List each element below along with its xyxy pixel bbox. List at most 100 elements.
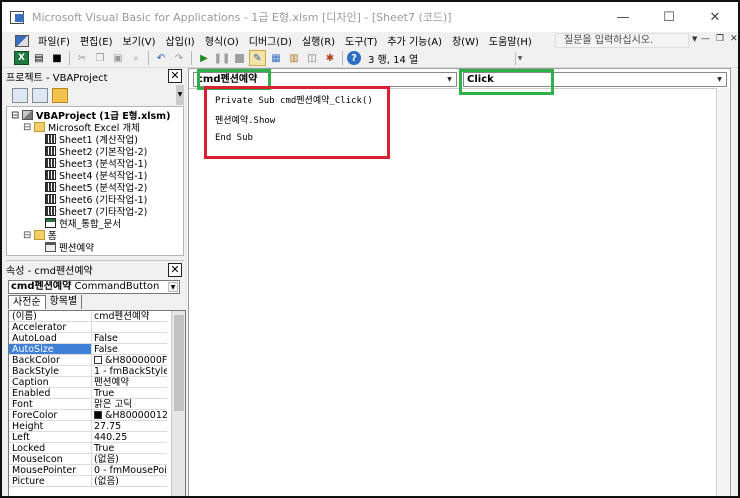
property-value[interactable]: &H80000012& [92, 410, 167, 420]
property-value[interactable]: 펜션예약 [92, 377, 167, 387]
help-icon[interactable]: ? [347, 51, 361, 65]
collapse-icon[interactable]: ⊟ [23, 230, 31, 241]
menu-window[interactable]: 창(W) [452, 33, 479, 48]
toolbar-options-icon[interactable]: ▼ [515, 52, 524, 65]
property-row[interactable]: BackColor&H8000000F& [9, 355, 167, 366]
properties-window-icon[interactable]: ▥ [286, 51, 302, 66]
property-row[interactable]: Caption 펜션예약 [9, 377, 167, 388]
maximize-button[interactable]: ☐ [646, 2, 692, 32]
property-value[interactable]: False [92, 344, 167, 354]
code-scrollbar[interactable] [716, 88, 730, 496]
redo-icon[interactable]: ↷ [171, 51, 187, 66]
view-object-icon[interactable] [32, 87, 48, 103]
properties-tabs: 사전순 항목별 [8, 295, 83, 309]
chevron-down-icon[interactable]: ▼ [444, 74, 455, 85]
toggle-folders-icon[interactable] [52, 87, 68, 103]
menu-file[interactable]: 파일(F) [38, 33, 70, 48]
property-value[interactable]: 맑은 고딕 [92, 399, 167, 409]
chevron-down-icon[interactable]: ▼ [714, 74, 725, 85]
mdi-restore-icon[interactable]: ❐ [716, 34, 724, 44]
toolbox-icon[interactable]: ✱ [322, 51, 338, 66]
property-name: Picture [9, 476, 92, 486]
object-name: cmd펜션예약 [11, 281, 72, 292]
property-row[interactable]: Left 440.25 [9, 432, 167, 443]
menu-insert[interactable]: 삽입(I) [166, 33, 195, 48]
property-value[interactable]: 440.25 [92, 432, 167, 442]
property-row[interactable]: AutoSize False [9, 344, 167, 355]
property-value[interactable]: 1 - fmBackStyleO [92, 366, 167, 376]
close-button[interactable]: ✕ [692, 2, 738, 32]
collapse-icon[interactable]: ⊟ [11, 110, 19, 121]
property-value[interactable]: (없음) [92, 454, 167, 464]
property-value[interactable]: False [92, 333, 167, 343]
property-name: BackStyle [9, 366, 92, 376]
break-icon[interactable]: ❚❚ [214, 51, 231, 66]
property-row[interactable]: Enabled True [9, 388, 167, 399]
insert-userform-icon[interactable]: ▤ [31, 51, 47, 66]
property-value[interactable]: &H8000000F& [92, 355, 167, 365]
run-icon[interactable]: ▶ [196, 51, 212, 66]
toolbar-separator [148, 51, 149, 65]
design-mode-icon[interactable]: ✎ [249, 50, 266, 66]
property-value[interactable]: True [92, 443, 167, 453]
property-row[interactable]: ForeColor&H80000012& [9, 410, 167, 421]
save-icon[interactable]: ■ [49, 51, 65, 66]
property-row[interactable]: (이름) cmd펜션예약 [9, 311, 167, 322]
find-icon[interactable]: ⌕ [128, 51, 144, 66]
properties-panel-close-icon[interactable]: ✕ [168, 263, 182, 277]
property-value-text: False [94, 333, 118, 343]
tab-alphabetic[interactable]: 사전순 [8, 295, 46, 309]
menu-format[interactable]: 형식(O) [205, 33, 239, 48]
menu-debug[interactable]: 디버그(D) [249, 33, 292, 48]
view-code-icon[interactable] [12, 87, 28, 103]
scrollbar-thumb[interactable] [174, 315, 184, 411]
view-excel-icon[interactable]: X [14, 51, 29, 65]
property-value[interactable]: 0 - fmMousePoir [92, 465, 167, 475]
menu-edit[interactable]: 편집(E) [80, 33, 113, 48]
reset-icon[interactable] [235, 53, 244, 63]
properties-scrollbar[interactable] [171, 311, 185, 496]
menu-view[interactable]: 보기(V) [123, 33, 156, 48]
copy-icon[interactable]: ❐ [92, 51, 108, 66]
property-row[interactable]: Height 27.75 [9, 421, 167, 432]
help-dropdown-arrow-icon[interactable]: ▼ [692, 35, 697, 43]
object-browser-icon[interactable]: ◫ [304, 51, 320, 66]
property-value[interactable]: True [92, 388, 167, 398]
property-row[interactable]: Locked True [9, 443, 167, 454]
worksheet-icon [45, 182, 56, 192]
object-selector[interactable]: cmd펜션예약 CommandButton ▼ [8, 280, 180, 294]
property-value[interactable]: (없음) [92, 476, 167, 486]
property-name: MouseIcon [9, 454, 92, 464]
project-explorer-icon[interactable]: ▦ [268, 51, 284, 66]
property-value[interactable]: 27.75 [92, 421, 167, 431]
panel-toolbar-grip-icon[interactable]: ▼ [176, 85, 184, 105]
tree-item-forms[interactable]: ⊟ 폼 [23, 229, 57, 243]
mdi-close-icon[interactable]: ✕ [730, 34, 738, 44]
paste-icon[interactable]: ▣ [110, 51, 126, 66]
minimize-button[interactable]: — [600, 2, 646, 32]
chevron-down-icon[interactable]: ▼ [168, 282, 178, 292]
menu-run[interactable]: 실행(R) [302, 33, 335, 48]
project-panel-close-icon[interactable]: ✕ [168, 69, 182, 83]
property-name: Accelerator [9, 322, 92, 332]
property-row[interactable]: Font 맑은 고딕 [9, 399, 167, 410]
property-row[interactable]: Accelerator [9, 322, 167, 333]
collapse-icon[interactable]: ⊟ [23, 122, 31, 133]
system-menu-icon[interactable] [15, 34, 29, 47]
property-value[interactable] [92, 322, 167, 332]
menu-tools[interactable]: 도구(T) [345, 33, 377, 48]
tree-item-userform[interactable]: 펜션예약 [45, 241, 94, 254]
property-value[interactable]: cmd펜션예약 [92, 311, 167, 321]
property-row[interactable]: AutoLoad False [9, 333, 167, 344]
property-row[interactable]: MousePointer 0 - fmMousePoir [9, 465, 167, 476]
tab-categorized[interactable]: 항목별 [46, 295, 83, 309]
cut-icon[interactable]: ✂ [74, 51, 90, 66]
menu-help[interactable]: 도움말(H) [489, 33, 532, 48]
property-row[interactable]: BackStyle1 - fmBackStyleO [9, 366, 167, 377]
undo-icon[interactable]: ↶ [153, 51, 169, 66]
mdi-minimize-icon[interactable]: — [701, 34, 710, 44]
menu-addins[interactable]: 추가 기능(A) [387, 33, 442, 48]
property-row[interactable]: MouseIcon (없음) [9, 454, 167, 465]
help-question-input[interactable]: 질문을 입력하십시오. [555, 33, 689, 48]
property-row[interactable]: Picture (없음) [9, 476, 167, 487]
